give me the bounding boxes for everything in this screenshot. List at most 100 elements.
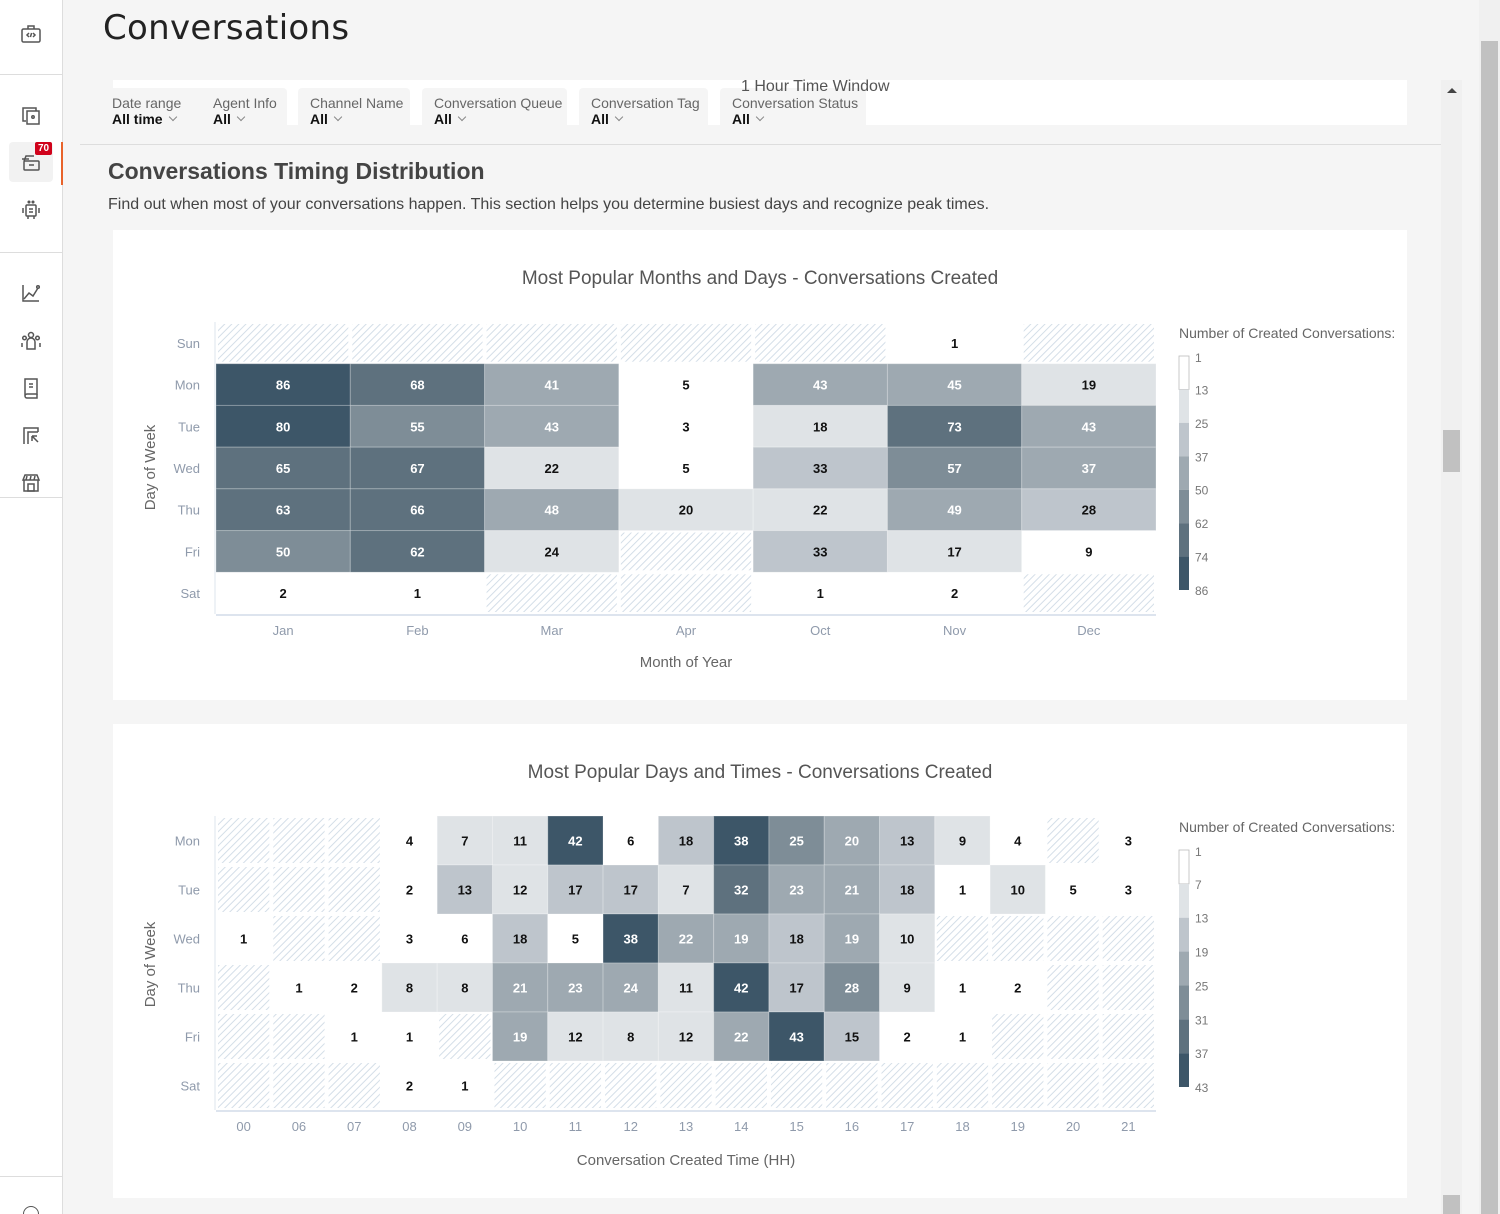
filter-value: All xyxy=(732,111,750,127)
heatmap-cell-empty xyxy=(936,1063,989,1108)
filter-label: Channel Name xyxy=(310,95,404,111)
filter-channel-name[interactable]: Channel Name All xyxy=(298,88,410,127)
cell-value-label: 22 xyxy=(544,461,558,476)
cell-value-label: 1 xyxy=(951,336,958,351)
x-tick-label: 00 xyxy=(236,1119,250,1134)
page-scrollbar-thumb[interactable] xyxy=(1481,41,1498,1214)
cell-value-label: 5 xyxy=(1069,883,1076,898)
cell-value-label: 55 xyxy=(410,419,424,434)
cell-value-label: 62 xyxy=(410,544,424,559)
y-tick-label: Sun xyxy=(177,336,200,351)
filter-label: Agent Info xyxy=(213,95,277,111)
filter-conversation-tag[interactable]: Conversation Tag All xyxy=(579,88,708,127)
scroll-up-icon[interactable] xyxy=(1447,88,1457,93)
cell-value-label: 43 xyxy=(544,419,558,434)
legend-swatch xyxy=(1178,849,1190,885)
bot-icon[interactable] xyxy=(9,190,53,230)
y-tick-label: Mon xyxy=(175,378,200,393)
filter-value: All xyxy=(591,111,609,127)
cell-value-label: 3 xyxy=(682,419,689,434)
heatmap-cell-empty xyxy=(273,1014,325,1059)
heatmap-cell-empty xyxy=(218,1014,270,1059)
cell-value-label: 18 xyxy=(813,419,827,434)
cell-value-label: 2 xyxy=(1014,981,1021,996)
cell-value-label: 2 xyxy=(406,1079,413,1094)
y-tick-label: Wed xyxy=(174,461,201,476)
developer-briefcase-icon[interactable] xyxy=(9,14,53,54)
x-tick-label: Apr xyxy=(676,623,697,638)
x-tick-label: 12 xyxy=(623,1119,637,1134)
cell-value-label: 22 xyxy=(734,1030,748,1045)
cell-value-label: 67 xyxy=(410,461,424,476)
cell-value-label: 6 xyxy=(627,834,634,849)
heatmap-cell-empty xyxy=(273,1063,325,1108)
chevron-down-icon xyxy=(457,112,467,122)
x-tick-label: 20 xyxy=(1066,1119,1080,1134)
cell-value-label: 12 xyxy=(513,883,527,898)
cell-value-label: 1 xyxy=(461,1079,468,1094)
cell-value-label: 33 xyxy=(813,544,827,559)
cell-value-label: 1 xyxy=(817,586,824,601)
sidebar-divider xyxy=(0,497,62,498)
legend-break-label: 25 xyxy=(1195,979,1209,993)
heatmap-days-times: MonTueWedThuFriSat00 06 07 08 09 10 11 12 13 14 15… xyxy=(174,815,1209,1134)
section-title: Conversations Timing Distribution xyxy=(108,158,485,184)
cell-value-label: 8 xyxy=(627,1030,634,1045)
cell-value-label: 18 xyxy=(900,883,914,898)
document-search-icon[interactable] xyxy=(9,96,53,136)
legend-break-label: 43 xyxy=(1195,1081,1209,1095)
heatmap-cell-empty xyxy=(273,867,325,912)
content-scrollbar[interactable] xyxy=(1441,80,1462,1214)
cell-value-label: 73 xyxy=(947,419,961,434)
analytics-chart-icon[interactable] xyxy=(9,273,53,313)
chevron-down-icon xyxy=(236,112,246,122)
filter-value: All time xyxy=(112,111,163,127)
x-tick-label: 08 xyxy=(402,1119,416,1134)
scrollbar-thumb-lower[interactable] xyxy=(1443,1195,1460,1214)
report-cursor-icon[interactable] xyxy=(9,416,53,456)
cell-value-label: 9 xyxy=(904,981,911,996)
cell-value-label: 7 xyxy=(461,834,468,849)
legend-swatch xyxy=(1179,883,1189,918)
cell-value-label: 15 xyxy=(845,1030,859,1045)
filter-conversation-queue[interactable]: Conversation Queue All xyxy=(422,88,567,127)
x-tick-label: 16 xyxy=(845,1119,859,1134)
chevron-down-icon xyxy=(333,112,343,122)
cell-value-label: 33 xyxy=(813,461,827,476)
sidebar-divider xyxy=(0,74,62,75)
cell-value-label: 43 xyxy=(813,378,827,393)
heatmap-cell-empty xyxy=(992,1063,1044,1108)
filter-conversation-status[interactable]: Conversation Status All xyxy=(720,88,866,127)
page-scrollbar[interactable] xyxy=(1479,0,1500,1214)
cell-value-label: 86 xyxy=(276,378,290,393)
cell-value-label: 5 xyxy=(572,932,579,947)
knowledge-book-icon[interactable] xyxy=(9,368,53,408)
cell-value-label: 1 xyxy=(240,932,247,947)
cell-value-label: 63 xyxy=(276,503,290,518)
x-tick-label: 21 xyxy=(1121,1119,1135,1134)
cell-value-label: 19 xyxy=(845,932,859,947)
inbox-badge: 70 xyxy=(35,142,53,155)
heatmap-cell-empty xyxy=(620,324,752,362)
help-icon[interactable] xyxy=(23,1206,39,1214)
cell-value-label: 1 xyxy=(295,981,302,996)
cell-value-label: 18 xyxy=(789,932,803,947)
cell-value-label: 4 xyxy=(406,834,414,849)
x-tick-label: 14 xyxy=(734,1119,748,1134)
page-title: Conversations xyxy=(103,8,350,48)
y-tick-label: Thu xyxy=(178,981,200,996)
filter-agent-info[interactable]: Agent Info All xyxy=(201,88,287,127)
sidebar-divider xyxy=(0,1176,62,1177)
cell-value-label: 7 xyxy=(682,883,689,898)
cell-value-label: 19 xyxy=(513,1030,527,1045)
heatmap-cell-empty xyxy=(328,1063,380,1108)
legend-swatch xyxy=(1179,1053,1189,1087)
users-group-icon[interactable] xyxy=(9,321,53,361)
cell-value-label: 1 xyxy=(959,883,966,898)
filter-divider xyxy=(80,144,1441,145)
heatmap-cell-empty xyxy=(881,1063,933,1108)
x-tick-label: 17 xyxy=(900,1119,914,1134)
cell-value-label: 17 xyxy=(789,981,803,996)
scrollbar-thumb[interactable] xyxy=(1443,430,1460,472)
heatmap-cell-empty xyxy=(486,324,617,362)
